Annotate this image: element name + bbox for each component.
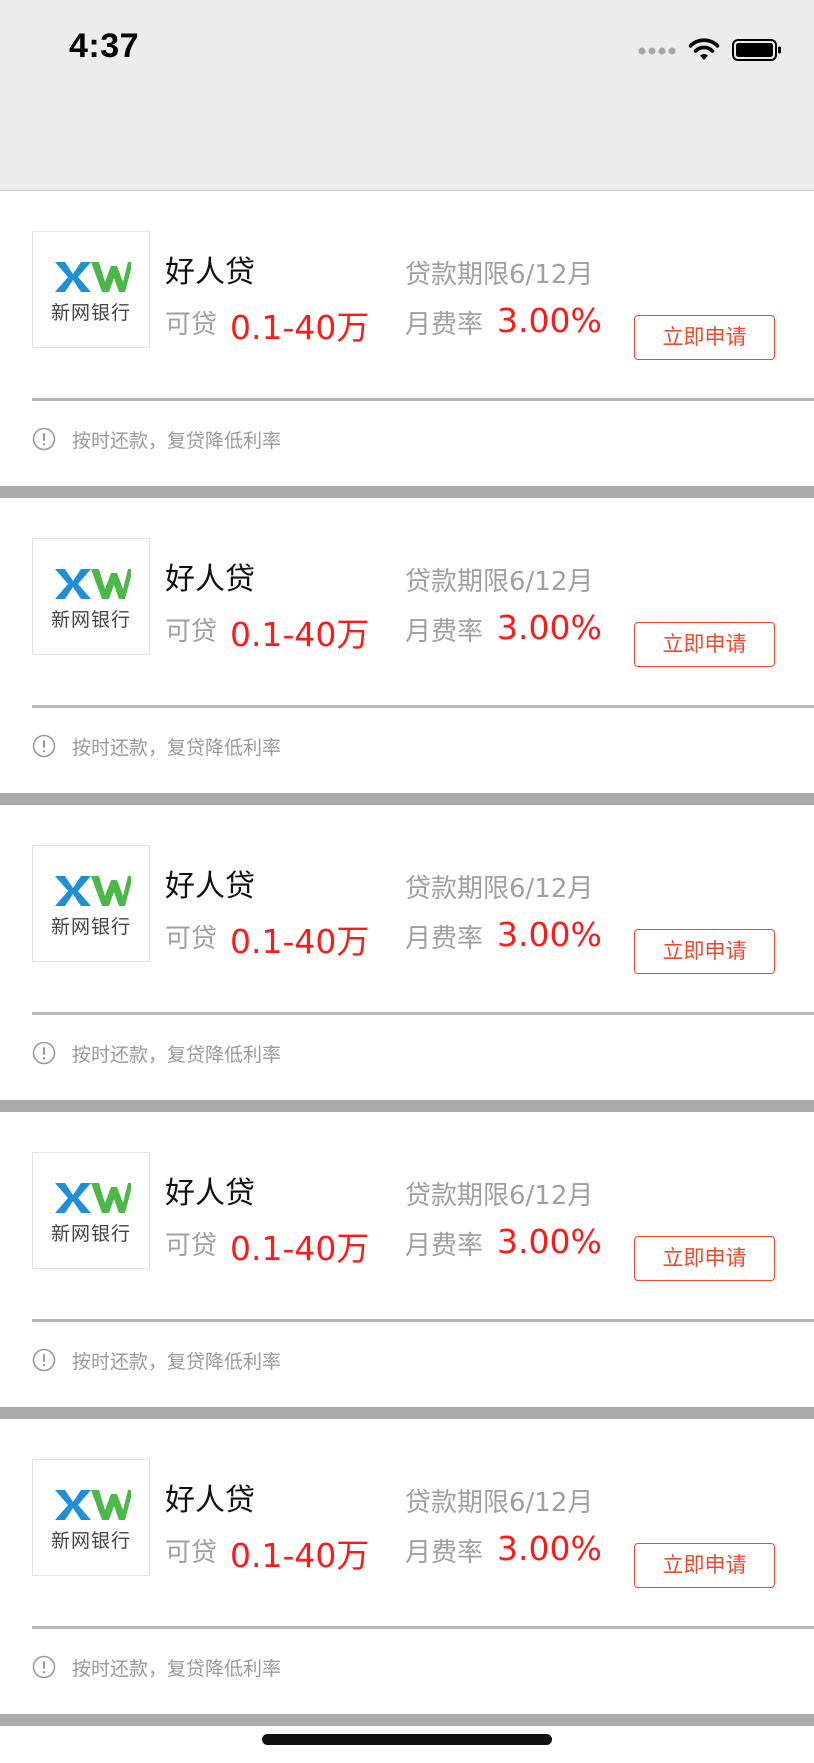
loan-card[interactable]: 新网银行 好人贷 可贷 0.1-40万 贷款期限6/12月 月费率 3.00% …	[0, 805, 814, 1100]
apply-button[interactable]: 立即申请	[634, 315, 775, 360]
card-separator	[0, 1100, 814, 1112]
rate-label: 月费率	[405, 1538, 484, 1568]
rate-label: 月费率	[405, 924, 484, 954]
status-time: 4:37	[69, 27, 140, 65]
info-circle-icon	[32, 1655, 56, 1679]
divider	[32, 1626, 814, 1629]
info-circle-icon	[32, 427, 56, 451]
amount-value: 0.1-40万	[230, 1229, 370, 1268]
amount-label: 可贷	[165, 1538, 218, 1568]
bank-logo-text: 新网银行	[50, 916, 131, 938]
bank-logo-text: 新网银行	[50, 1223, 131, 1245]
amount-value: 0.1-40万	[230, 615, 370, 654]
loan-term: 贷款期限6/12月	[405, 567, 594, 597]
loan-card[interactable]: 新网银行 好人贷 可贷 0.1-40万 贷款期限6/12月 月费率 3.00% …	[0, 1112, 814, 1407]
card-separator	[0, 1407, 814, 1419]
rate-label: 月费率	[405, 310, 484, 340]
loan-list: 新网银行 好人贷 可贷 0.1-40万 贷款期限6/12月 月费率 3.00% …	[0, 191, 814, 1726]
bank-logo-text: 新网银行	[50, 302, 131, 324]
bank-logo: 新网银行	[32, 231, 150, 348]
rate-value: 3.00%	[497, 915, 602, 954]
apply-button[interactable]: 立即申请	[634, 929, 775, 974]
bank-logo-icon	[55, 569, 131, 599]
rate-label: 月费率	[405, 617, 484, 647]
info-circle-icon	[32, 734, 56, 758]
bank-logo-icon	[55, 1490, 131, 1520]
bank-logo: 新网银行	[32, 845, 150, 962]
bank-logo: 新网银行	[32, 1152, 150, 1269]
divider	[32, 705, 814, 708]
rate-value: 3.00%	[497, 1222, 602, 1261]
status-bar: 4:37	[0, 0, 814, 191]
bank-logo: 新网银行	[32, 1459, 150, 1576]
repayment-tip: 按时还款，复贷降低利率	[72, 1658, 282, 1680]
info-circle-icon	[32, 1041, 56, 1065]
apply-button[interactable]: 立即申请	[634, 622, 775, 667]
wifi-icon	[688, 38, 720, 60]
home-indicator[interactable]	[262, 1734, 552, 1745]
apply-button[interactable]: 立即申请	[634, 1236, 775, 1281]
rate-label: 月费率	[405, 1231, 484, 1261]
bank-logo-text: 新网银行	[50, 609, 131, 631]
apply-button[interactable]: 立即申请	[634, 1543, 775, 1588]
loan-card[interactable]: 新网银行 好人贷 可贷 0.1-40万 贷款期限6/12月 月费率 3.00% …	[0, 191, 814, 486]
battery-icon	[732, 39, 781, 61]
divider	[32, 398, 814, 401]
bank-logo: 新网银行	[32, 538, 150, 655]
bank-logo-icon	[55, 876, 131, 906]
product-name: 好人贷	[165, 869, 255, 904]
repayment-tip: 按时还款，复贷降低利率	[72, 1044, 282, 1066]
repayment-tip: 按时还款，复贷降低利率	[72, 737, 282, 759]
bank-logo-icon	[55, 262, 131, 292]
amount-value: 0.1-40万	[230, 308, 370, 347]
card-separator	[0, 1714, 814, 1726]
status-icons	[638, 33, 782, 67]
product-name: 好人贷	[165, 562, 255, 597]
info-circle-icon	[32, 1348, 56, 1372]
amount-label: 可贷	[165, 617, 218, 647]
loan-term: 贷款期限6/12月	[405, 1181, 594, 1211]
product-name: 好人贷	[165, 1483, 255, 1518]
divider	[32, 1012, 814, 1015]
rate-value: 3.00%	[497, 608, 602, 647]
repayment-tip: 按时还款，复贷降低利率	[72, 1351, 282, 1373]
loan-term: 贷款期限6/12月	[405, 1488, 594, 1518]
card-separator	[0, 486, 814, 498]
bank-logo-text: 新网银行	[50, 1530, 131, 1552]
loan-term: 贷款期限6/12月	[405, 260, 594, 290]
loan-card[interactable]: 新网银行 好人贷 可贷 0.1-40万 贷款期限6/12月 月费率 3.00% …	[0, 1419, 814, 1714]
product-name: 好人贷	[165, 1176, 255, 1211]
amount-value: 0.1-40万	[230, 1536, 370, 1575]
card-separator	[0, 793, 814, 805]
repayment-tip: 按时还款，复贷降低利率	[72, 430, 282, 452]
cellular-signal-icon	[638, 47, 676, 55]
divider	[32, 1319, 814, 1322]
bank-logo-icon	[55, 1183, 131, 1213]
rate-value: 3.00%	[497, 301, 602, 340]
amount-label: 可贷	[165, 924, 218, 954]
product-name: 好人贷	[165, 255, 255, 290]
amount-value: 0.1-40万	[230, 922, 370, 961]
loan-card[interactable]: 新网银行 好人贷 可贷 0.1-40万 贷款期限6/12月 月费率 3.00% …	[0, 498, 814, 793]
rate-value: 3.00%	[497, 1529, 602, 1568]
amount-label: 可贷	[165, 1231, 218, 1261]
loan-term: 贷款期限6/12月	[405, 874, 594, 904]
amount-label: 可贷	[165, 310, 218, 340]
